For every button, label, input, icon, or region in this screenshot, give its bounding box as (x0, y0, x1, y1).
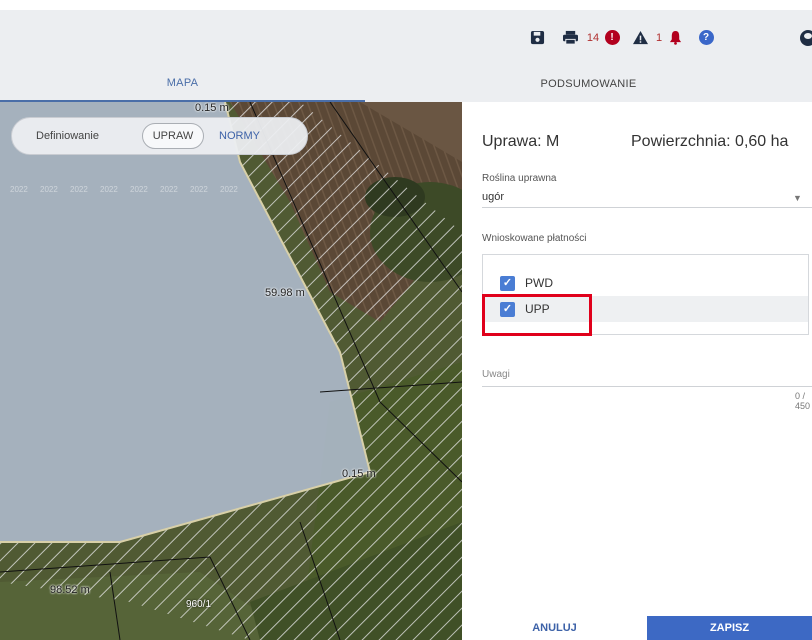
measure-label-side: 59.98 m (265, 287, 305, 299)
payments-label: Wnioskowane płatności (482, 233, 587, 244)
highlight-box (482, 294, 592, 336)
map-imagery: 2022 2022 2022 2022 2022 2022 2022 2022 (0, 102, 462, 640)
overlay-row: 2022 (220, 185, 238, 194)
toggle-normy-button[interactable]: NORMY (219, 130, 260, 142)
tab-mapa[interactable]: MAPA (0, 65, 365, 102)
crop-edit-panel: Uprawa: M Powierzchnia: 0,60 ha Roślina … (462, 111, 812, 640)
overlay-row: 2022 (40, 185, 58, 194)
area-value: Powierzchnia: 0,60 ha (631, 133, 789, 150)
chevron-down-icon[interactable]: ▼ (793, 193, 802, 203)
overlay-row: 2022 (160, 185, 178, 194)
save-button[interactable]: ZAPISZ (647, 616, 812, 640)
help-glyph: ? (698, 30, 714, 45)
toggle-upraw-button[interactable]: UPRAW (142, 123, 204, 149)
mode-toggle: Definiowanie UPRAW NORMY (11, 117, 308, 155)
overlay-row: 2022 (130, 185, 148, 194)
top-toolbar: 14 ! 1 ? (0, 10, 812, 65)
crop-underline (482, 207, 812, 208)
overlay-row: 2022 (190, 185, 208, 194)
notes-underline[interactable] (482, 386, 812, 387)
crop-label: Roślina uprawna (482, 173, 557, 184)
warning-triangle-icon[interactable] (630, 10, 650, 65)
measure-label-right: 0.15 m (342, 468, 376, 480)
measure-label-bottom: 98.52 m (50, 584, 90, 596)
panel-title: Uprawa: M (482, 133, 560, 150)
payment-row-pwd[interactable]: ✓ PWD (483, 270, 808, 296)
notes-label: Uwagi (482, 369, 510, 380)
bell-icon[interactable] (666, 10, 684, 65)
overlay-row: 2022 (100, 185, 118, 194)
crop-select[interactable]: ugór (482, 191, 812, 203)
help-circle-icon[interactable]: ? (696, 10, 716, 65)
tab-bar: MAPA PODSUMOWANIE (0, 65, 812, 102)
parcel-number-label: 960/1 (186, 599, 212, 610)
toggle-label: Definiowanie (36, 130, 99, 142)
exclamation-circle-icon[interactable]: ! (603, 10, 621, 65)
map-view[interactable]: 2022 2022 2022 2022 2022 2022 2022 2022 … (0, 102, 462, 640)
checkbox-pwd[interactable]: ✓ (500, 275, 515, 291)
error-count: 14 (586, 31, 600, 44)
overlay-row: 2022 (10, 185, 28, 194)
tab-podsumowanie[interactable]: PODSUMOWANIE (365, 65, 812, 102)
user-icon[interactable] (796, 10, 812, 65)
printer-icon[interactable] (560, 10, 580, 65)
warning-count: 1 (655, 31, 663, 44)
overlay-row: 2022 (70, 185, 88, 194)
save-icon[interactable] (528, 10, 546, 65)
measure-label-top: 0.15 m (195, 102, 229, 114)
payment-label-pwd: PWD (525, 276, 553, 290)
error-glyph: ! (604, 30, 620, 45)
notes-counter: 0 / 450 (795, 391, 811, 411)
cancel-button[interactable]: ANULUJ (462, 616, 647, 640)
